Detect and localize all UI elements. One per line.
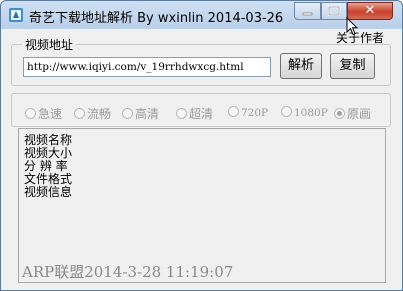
radio-label: 原画 (347, 107, 372, 121)
url-group-legend: 视频地址 (22, 36, 77, 53)
radio-quality-4[interactable]: 720P (228, 105, 268, 119)
video-info-textarea[interactable]: 视频名称 视频大小 分 辨 率 文件格式 视频信息 (18, 128, 386, 283)
radio-quality-3[interactable]: 超清 (176, 105, 213, 122)
app-icon (9, 8, 23, 22)
radio-label: 高清 (135, 107, 160, 121)
info-line-format: 文件格式 (24, 172, 73, 186)
radio-label: 1080P (294, 107, 328, 119)
radio-quality-6[interactable]: 原画 (334, 105, 371, 122)
radio-label: 超清 (189, 107, 214, 121)
radio-icon-selected (334, 108, 345, 119)
close-icon: ✕ (364, 3, 376, 18)
minimize-icon (302, 12, 313, 16)
radio-quality-1[interactable]: 流畅 (74, 105, 111, 122)
info-line-resolution: 分 辨 率 (24, 159, 68, 173)
minimize-button[interactable] (294, 2, 321, 20)
info-line-size: 视频大小 (24, 146, 73, 160)
app-window: 奇艺下载地址解析 By wxinlin 2014-03-26 ✕ 关于作者 视频… (0, 0, 403, 291)
radio-icon (25, 108, 36, 119)
window-title: 奇艺下载地址解析 By wxinlin 2014-03-26 (29, 11, 284, 26)
title-bar[interactable]: 奇艺下载地址解析 By wxinlin 2014-03-26 ✕ (1, 1, 402, 29)
radio-quality-0[interactable]: 急速 (25, 105, 62, 122)
maximize-button[interactable] (321, 2, 347, 20)
radio-label: 720P (241, 107, 269, 119)
radio-icon (74, 108, 85, 119)
radio-quality-2[interactable]: 高清 (122, 105, 159, 122)
radio-label: 急速 (38, 107, 63, 121)
cursor-icon (346, 17, 358, 36)
radio-quality-5[interactable]: 1080P (281, 105, 328, 119)
quality-options: 急速 流畅 高清 超清 720P 1080P 原画 (25, 105, 385, 121)
radio-label: 流畅 (87, 107, 112, 121)
radio-icon (281, 106, 292, 117)
copy-button[interactable]: 复制 (330, 53, 375, 79)
info-line-info: 视频信息 (24, 185, 73, 199)
main-panel: 关于作者 视频地址 http://www.iqiyi.com/v_19rrhdw… (8, 29, 394, 283)
watermark-text: ARP联盟2014-3-28 11:19:07 (22, 263, 234, 281)
radio-icon (122, 108, 133, 119)
maximize-icon (328, 6, 340, 16)
info-line-name: 视频名称 (24, 133, 73, 147)
parse-button[interactable]: 解析 (280, 53, 322, 79)
radio-icon (176, 108, 187, 119)
radio-icon (228, 106, 239, 117)
url-input[interactable]: http://www.iqiyi.com/v_19rrhdwxcg.html (23, 57, 271, 77)
